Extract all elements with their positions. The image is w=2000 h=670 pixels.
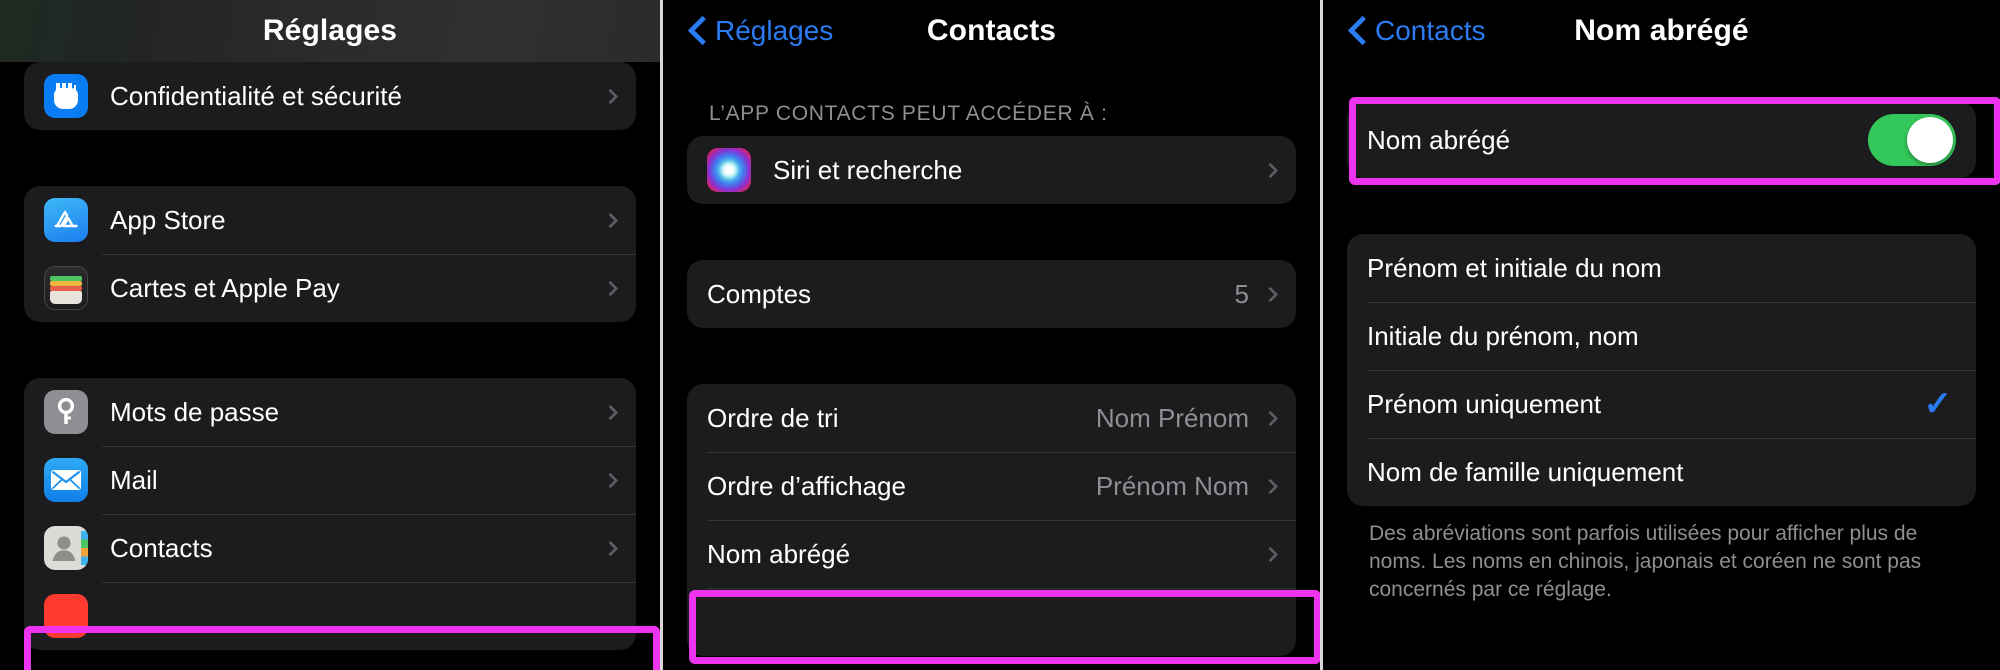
row-label: App Store (110, 204, 226, 235)
choice-first-name-only[interactable]: Prénom uniquement ✓ (1347, 370, 1976, 438)
chevron-right-icon (602, 472, 619, 488)
row-next-partial[interactable] (687, 588, 1296, 656)
contacts-icon (44, 526, 88, 570)
row-sort-order[interactable]: Ordre de tri Nom Prénom (687, 384, 1296, 452)
sidebar-item-privacy[interactable]: Confidentialité et sécurité (24, 62, 636, 130)
row-short-name[interactable]: Nom abrégé (687, 520, 1296, 588)
row-label: Nom abrégé (707, 538, 851, 569)
chevron-right-icon (1262, 410, 1279, 426)
group-short-name-toggle: Nom abrégé (1347, 102, 1976, 178)
group-accounts: Comptes 5 (687, 260, 1296, 328)
chevron-right-icon (602, 280, 619, 296)
page-title: Contacts (926, 14, 1057, 47)
checkmark-icon: ✓ (1923, 385, 1953, 423)
choice-first-initial-and-last-name[interactable]: Initiale du prénom, nom (1347, 302, 1976, 370)
row-label: Contacts (110, 532, 213, 563)
row-label: Mail (110, 464, 158, 495)
section-header-access: L’APP CONTACTS PEUT ACCÉDER À : (709, 102, 1108, 125)
short-name-footer-text: Des abréviations sont parfois utilisées … (1369, 522, 1922, 601)
navbar-settings: Réglages (0, 0, 660, 62)
settings-group-apps: Mots de passe Mail Contacts (24, 378, 636, 650)
back-button-contacts[interactable]: Contacts (1349, 15, 1486, 47)
short-name-list: Nom abrégé Prénom et initiale du nom Ini… (1323, 62, 2000, 604)
row-label: Prénom uniquement (1367, 388, 1602, 419)
back-button-label: Réglages (715, 15, 834, 46)
row-label: Nom abrégé (1367, 124, 1511, 155)
row-short-name-toggle[interactable]: Nom abrégé (1347, 102, 1976, 178)
chevron-right-icon (1262, 546, 1279, 562)
row-label: Siri et recherche (773, 154, 963, 185)
choice-last-name-only[interactable]: Nom de famille uniquement (1347, 438, 1976, 506)
row-siri-and-search[interactable]: Siri et recherche (687, 136, 1296, 204)
panel-settings-root: Réglages Confidentialité et sécurité App… (0, 0, 660, 670)
row-value: Prénom Nom (1095, 470, 1249, 501)
chevron-right-icon (1262, 286, 1279, 302)
row-label: Confidentialité et sécurité (110, 80, 402, 111)
back-button-settings[interactable]: Réglages (689, 15, 833, 47)
panel-contacts-settings: Réglages Contacts L’APP CONTACTS PEUT AC… (660, 0, 1320, 670)
toggle-knob (1907, 117, 1953, 163)
siri-icon (707, 148, 751, 192)
privacy-hand-icon (44, 74, 88, 118)
group-name-options: Ordre de tri Nom Prénom Ordre d’affichag… (687, 384, 1296, 656)
settings-group-privacy: Confidentialité et sécurité (24, 62, 636, 130)
row-label: Ordre d’affichage (707, 470, 906, 501)
row-label: Prénom et initiale du nom (1367, 252, 1662, 283)
sidebar-item-calendar-partial[interactable] (24, 582, 636, 650)
three-panel-screenshot: Réglages Confidentialité et sécurité App… (0, 0, 2000, 670)
row-label: Mots de passe (110, 396, 280, 427)
chevron-right-icon (1262, 478, 1279, 494)
chevron-right-icon (602, 404, 619, 420)
row-display-order[interactable]: Ordre d’affichage Prénom Nom (687, 452, 1296, 520)
passwords-key-icon (44, 390, 88, 434)
navbar-contacts: Réglages Contacts (663, 0, 1320, 62)
page-title: Réglages (262, 14, 398, 47)
row-label: Comptes (707, 278, 812, 309)
short-name-toggle[interactable] (1868, 114, 1956, 166)
settings-list: Confidentialité et sécurité App Store Ca… (0, 62, 660, 650)
wallet-icon (44, 266, 88, 310)
chevron-right-icon (602, 88, 619, 104)
back-button-label: Contacts (1375, 15, 1486, 46)
chevron-left-icon (1349, 16, 1366, 46)
row-value: Nom Prénom (1095, 402, 1249, 433)
mail-envelope-icon (44, 458, 88, 502)
settings-group-store: App Store Cartes et Apple Pay (24, 186, 636, 322)
row-accounts[interactable]: Comptes 5 (687, 260, 1296, 328)
app-store-icon (44, 198, 88, 242)
navbar-short-name: Contacts Nom abrégé (1323, 0, 2000, 62)
sidebar-item-mail[interactable]: Mail (24, 446, 636, 514)
chevron-right-icon (1262, 162, 1279, 178)
row-label: Ordre de tri (707, 402, 839, 433)
group-short-name-choices: Prénom et initiale du nom Initiale du pr… (1347, 234, 1976, 506)
row-label: Nom de famille uniquement (1367, 456, 1684, 487)
group-siri: Siri et recherche (687, 136, 1296, 204)
contacts-settings-list: L’APP CONTACTS PEUT ACCÉDER À : Siri et … (663, 62, 1320, 656)
calendar-icon (44, 594, 88, 638)
chevron-right-icon (602, 212, 619, 228)
row-label: Cartes et Apple Pay (110, 272, 340, 303)
sidebar-item-contacts[interactable]: Contacts (24, 514, 636, 582)
row-label: Initiale du prénom, nom (1367, 320, 1639, 351)
sidebar-item-app-store[interactable]: App Store (24, 186, 636, 254)
panel-short-name: Contacts Nom abrégé Nom abrégé Prénom et… (1320, 0, 2000, 670)
page-title: Nom abrégé (1574, 14, 1749, 47)
sidebar-item-wallet[interactable]: Cartes et Apple Pay (24, 254, 636, 322)
chevron-left-icon (689, 16, 706, 46)
row-value: 5 (1234, 278, 1249, 309)
choice-first-name-and-last-initial[interactable]: Prénom et initiale du nom (1347, 234, 1976, 302)
sidebar-item-passwords[interactable]: Mots de passe (24, 378, 636, 446)
chevron-right-icon (602, 540, 619, 556)
